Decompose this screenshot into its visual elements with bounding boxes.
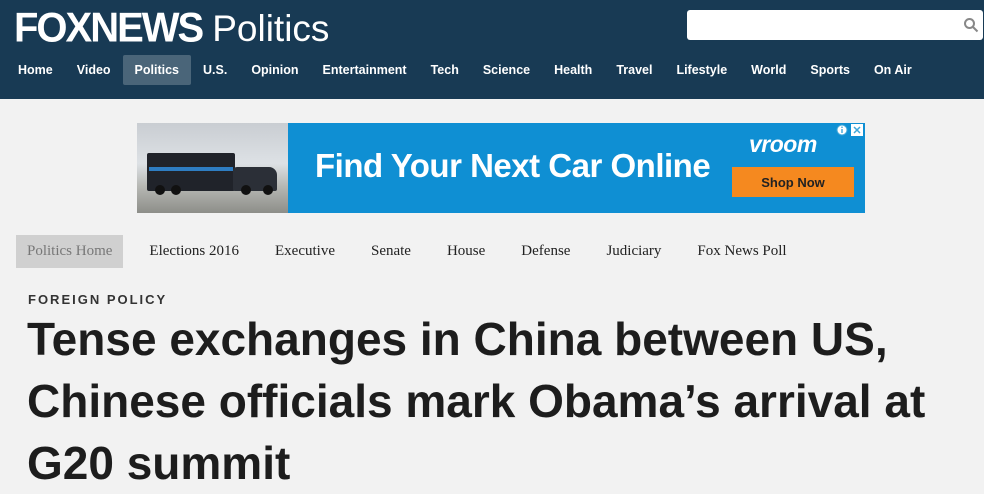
ad-wheel <box>171 185 181 195</box>
site-header: FOXNEWS Politics Home Video Politics U.S… <box>0 0 984 99</box>
close-icon[interactable] <box>851 124 863 136</box>
search-box <box>687 10 983 42</box>
nav-item-world[interactable]: World <box>739 55 798 85</box>
ad-brand-logo: vroom <box>749 131 817 157</box>
advertisement-banner[interactable]: Find Your Next Car Online vroom Shop Now <box>137 123 865 213</box>
nav-item-sports[interactable]: Sports <box>798 55 862 85</box>
article-category[interactable]: FOREIGN POLICY <box>28 292 167 307</box>
subnav-item-politics-home[interactable]: Politics Home <box>16 235 124 268</box>
ad-wheel <box>241 185 251 195</box>
article-headline: Tense exchanges in China between US, Chi… <box>27 313 926 489</box>
logo-wordmark: FOXNEWS <box>14 4 204 52</box>
shop-now-button[interactable]: Shop Now <box>732 167 854 197</box>
nav-item-entertainment[interactable]: Entertainment <box>311 55 419 85</box>
section-subnav: Politics Home Elections 2016 Executive S… <box>16 235 805 268</box>
subnav-item-defense[interactable]: Defense <box>503 235 588 268</box>
subnav-item-executive[interactable]: Executive <box>257 235 353 268</box>
nav-item-home[interactable]: Home <box>6 55 65 85</box>
ad-wheel <box>263 185 273 195</box>
nav-item-on-air[interactable]: On Air <box>862 55 924 85</box>
nav-item-opinion[interactable]: Opinion <box>239 55 310 85</box>
ad-truck-image <box>137 123 288 213</box>
ad-trailer-stripe <box>149 167 233 171</box>
section-title: Politics <box>212 8 330 49</box>
search-icon[interactable] <box>963 17 979 33</box>
subnav-item-fox-news-poll[interactable]: Fox News Poll <box>679 235 804 268</box>
subnav-item-house[interactable]: House <box>429 235 503 268</box>
nav-item-politics[interactable]: Politics <box>122 55 192 85</box>
info-icon[interactable] <box>836 124 848 136</box>
nav-item-science[interactable]: Science <box>471 55 542 85</box>
ad-headline: Find Your Next Car Online <box>315 147 711 184</box>
nav-item-health[interactable]: Health <box>542 55 604 85</box>
nav-item-video[interactable]: Video <box>65 55 123 85</box>
subnav-item-judiciary[interactable]: Judiciary <box>588 235 679 268</box>
search-input[interactable] <box>687 10 957 42</box>
nav-item-lifestyle[interactable]: Lifestyle <box>664 55 739 85</box>
main-nav: Home Video Politics U.S. Opinion Enterta… <box>6 55 924 85</box>
fox-news-logo[interactable]: FOXNEWS Politics <box>14 5 330 51</box>
ad-wheel <box>155 185 165 195</box>
nav-item-tech[interactable]: Tech <box>419 55 471 85</box>
subnav-item-elections-2016[interactable]: Elections 2016 <box>131 235 257 268</box>
subnav-item-senate[interactable]: Senate <box>353 235 429 268</box>
nav-item-travel[interactable]: Travel <box>604 55 664 85</box>
nav-item-us[interactable]: U.S. <box>191 55 239 85</box>
